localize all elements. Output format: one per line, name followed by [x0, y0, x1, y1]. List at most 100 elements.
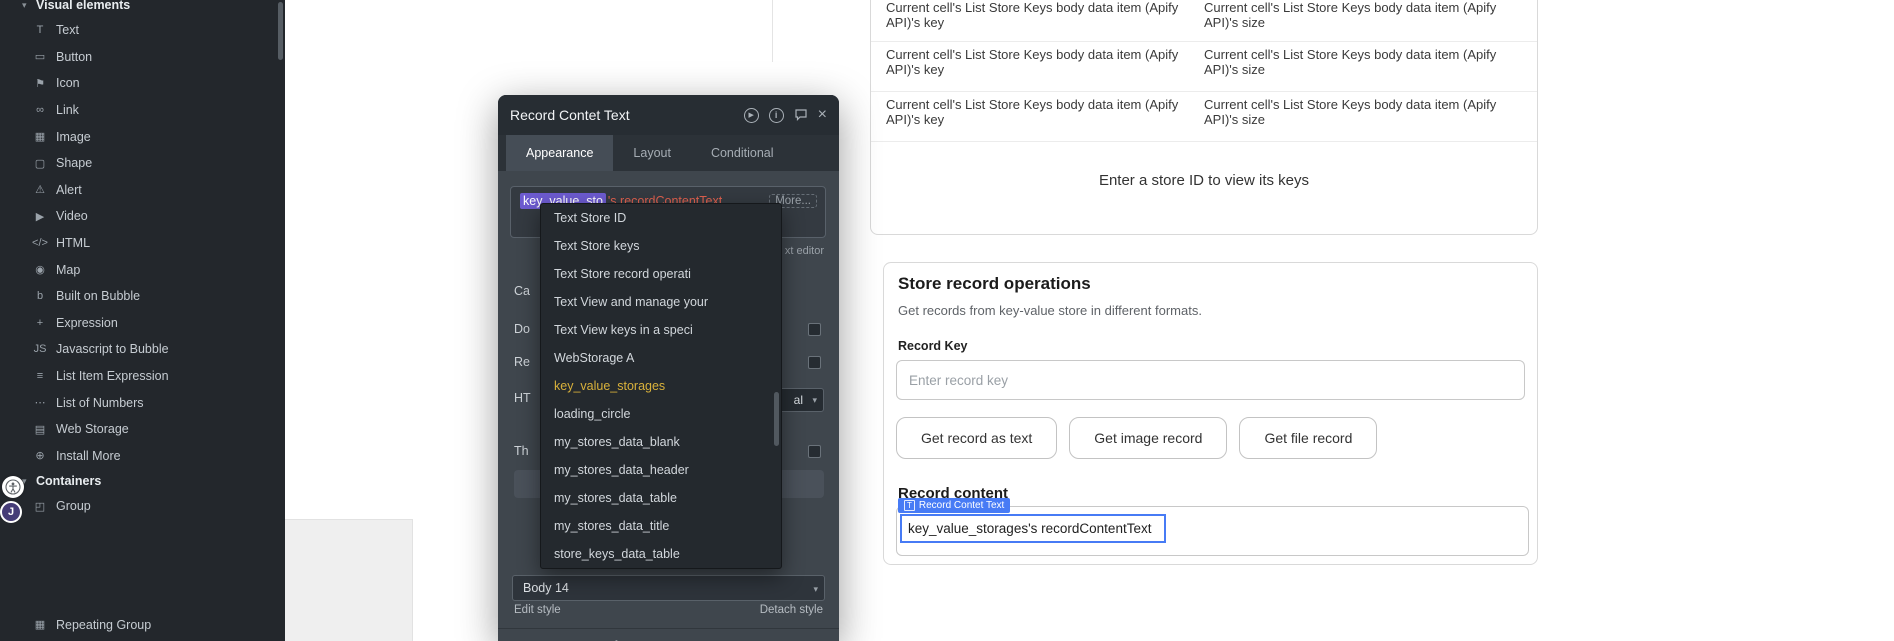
- user-avatar[interactable]: J: [0, 501, 22, 523]
- install-icon: ⊕: [32, 449, 48, 462]
- sidebar-section-containers[interactable]: Containers: [0, 469, 285, 493]
- sidebar-item[interactable]: T Text: [0, 17, 285, 44]
- property-editor-tab[interactable]: Appearance: [506, 135, 613, 171]
- store-record-card[interactable]: Store record operations Get records from…: [883, 262, 1538, 565]
- link-icon: ∞: [32, 104, 48, 116]
- dropdown-item[interactable]: my_stores_data_title: [541, 512, 781, 540]
- dropdown-item[interactable]: Text View and manage your: [541, 288, 781, 316]
- checkbox-do[interactable]: [808, 323, 821, 336]
- property-editor-titlebar[interactable]: Record Contet Text ▶ i ×: [498, 95, 839, 135]
- element-edge-line: [772, 0, 773, 62]
- button-icon: ▭: [32, 50, 48, 63]
- sidebar-item[interactable]: ⊕ Install More: [0, 443, 285, 470]
- sidebar-item[interactable]: ⚠ Alert: [0, 177, 285, 204]
- video-icon: ▶: [32, 210, 48, 223]
- sidebar-item[interactable]: b Built on Bubble: [0, 283, 285, 310]
- field-label-ca: Ca: [514, 284, 530, 298]
- accessibility-person-icon: [5, 479, 21, 495]
- sidebar-item[interactable]: ▶ Video: [0, 203, 285, 230]
- accessibility-button[interactable]: [2, 476, 24, 498]
- empty-store-message: Enter a store ID to view its keys: [871, 172, 1537, 189]
- chevron-down-icon: ▾: [813, 584, 818, 595]
- sidebar-item[interactable]: ▦ Image: [0, 123, 285, 150]
- dropdown-item[interactable]: store_keys_data_table: [541, 540, 781, 568]
- checkbox-re[interactable]: [808, 356, 821, 369]
- keys-rows: Current cell's List Store Keys body data…: [871, 1, 1537, 142]
- edit-style-link[interactable]: Edit style: [514, 604, 561, 616]
- dropdown-item[interactable]: Text Store record operati: [541, 260, 781, 288]
- group-icon: ◰: [32, 500, 48, 513]
- dropdown-item[interactable]: Text View keys in a speci: [541, 316, 781, 344]
- repeating-group-icon: ▦: [32, 618, 48, 631]
- keys-row[interactable]: Current cell's List Store Keys body data…: [871, 92, 1537, 142]
- text-icon: T: [32, 24, 48, 36]
- sidebar-item[interactable]: ▢ Shape: [0, 150, 285, 177]
- sidebar-item[interactable]: ≡ List Item Expression: [0, 363, 285, 390]
- style-select-value: Body 14: [523, 581, 569, 595]
- style-select[interactable]: Body 14 ▾: [512, 575, 825, 601]
- property-editor-title: Record Contet Text: [510, 107, 630, 123]
- appearance-settings-header[interactable]: Appearance Settings: [498, 628, 839, 641]
- info-icon[interactable]: i: [769, 108, 784, 123]
- preview-play-icon[interactable]: ▶: [744, 108, 759, 123]
- dropdown-item[interactable]: Text Store keys: [541, 232, 781, 260]
- property-editor-tab[interactable]: Layout: [613, 135, 691, 171]
- record-action-button[interactable]: Get file record: [1239, 417, 1377, 459]
- dropdown-item[interactable]: Text Store ID: [541, 204, 781, 232]
- visual-elements-list: T Text ▭ Button ⚑ Icon ∞ Link: [0, 17, 285, 469]
- rich-text-editor-link[interactable]: xt editor: [785, 245, 824, 257]
- flag-icon: ⚑: [32, 77, 48, 90]
- record-buttons: Get record as text Get image record Get …: [896, 417, 1377, 459]
- sidebar-item[interactable]: + Expression: [0, 310, 285, 337]
- property-editor-tab[interactable]: Conditional: [691, 135, 794, 171]
- keys-list-card[interactable]: Current cell's List Store Keys body data…: [870, 0, 1538, 235]
- sidebar-item[interactable]: </> HTML: [0, 230, 285, 257]
- map-icon: ◉: [32, 263, 48, 276]
- sidebar-section-visual-elements[interactable]: Visual elements: [0, 0, 285, 17]
- elements-sidebar: Visual elements T Text ▭ Button ⚑ Icon: [0, 0, 285, 641]
- list-expr-icon: ≡: [32, 370, 48, 382]
- sidebar-item[interactable]: JS Javascript to Bubble: [0, 336, 285, 363]
- dropdown-item[interactable]: key_value_storages: [541, 372, 781, 400]
- section-label: Visual elements: [36, 0, 130, 12]
- outside-page-area: [285, 519, 413, 641]
- sidebar-item[interactable]: ∞ Link: [0, 97, 285, 124]
- sidebar-item[interactable]: ◉ Map: [0, 256, 285, 283]
- field-label-ht: HT: [514, 391, 531, 405]
- shape-icon: ▢: [32, 157, 48, 170]
- property-editor-body: key_value_sto's recordContentText More..…: [498, 171, 839, 641]
- sidebar-scrollbar[interactable]: [278, 2, 283, 60]
- sidebar-item[interactable]: ▭ Button: [0, 44, 285, 71]
- chevron-down-icon: [22, 476, 36, 487]
- bubble-icon: b: [32, 290, 48, 302]
- sidebar-item[interactable]: ⚑ Icon: [0, 70, 285, 97]
- dropdown-item[interactable]: my_stores_data_header: [541, 456, 781, 484]
- store-card-title: Store record operations: [898, 274, 1091, 294]
- dropdown-item[interactable]: my_stores_data_table: [541, 484, 781, 512]
- text-element-icon: T: [904, 500, 915, 511]
- selected-element-badge: T Record Contet Text: [898, 498, 1010, 513]
- dropdown-item[interactable]: WebStorage A: [541, 344, 781, 372]
- sidebar-item[interactable]: ◰ Group: [0, 493, 285, 520]
- record-action-button[interactable]: Get record as text: [896, 417, 1057, 459]
- dropdown-scrollbar[interactable]: [774, 392, 779, 446]
- keys-row[interactable]: Current cell's List Store Keys body data…: [871, 42, 1537, 92]
- selected-text-element[interactable]: key_value_storages's recordContentText: [900, 514, 1166, 543]
- property-editor-tabs: Appearance Layout Conditional: [498, 135, 839, 171]
- list-num-icon: ⋯: [32, 396, 48, 409]
- dropdown-item[interactable]: loading_circle: [541, 400, 781, 428]
- checkbox-th[interactable]: [808, 445, 821, 458]
- record-action-button[interactable]: Get image record: [1069, 417, 1227, 459]
- keys-row[interactable]: Current cell's List Store Keys body data…: [871, 1, 1537, 42]
- detach-style-link[interactable]: Detach style: [760, 604, 823, 616]
- comment-icon[interactable]: [794, 108, 808, 122]
- dropdown-item[interactable]: my_stores_data_blank: [541, 428, 781, 456]
- sidebar-item[interactable]: ▤ Web Storage: [0, 416, 285, 443]
- key-cell: Current cell's List Store Keys body data…: [886, 98, 1204, 141]
- close-icon[interactable]: ×: [818, 107, 827, 123]
- record-key-input[interactable]: [896, 360, 1525, 400]
- sidebar-item[interactable]: ▦ Repeating Group: [0, 612, 285, 639]
- chevron-down-icon: [22, 0, 36, 11]
- element-picker-dropdown: Text Store ID Text Store keys Text Store…: [540, 203, 782, 569]
- sidebar-item[interactable]: ⋯ List of Numbers: [0, 389, 285, 416]
